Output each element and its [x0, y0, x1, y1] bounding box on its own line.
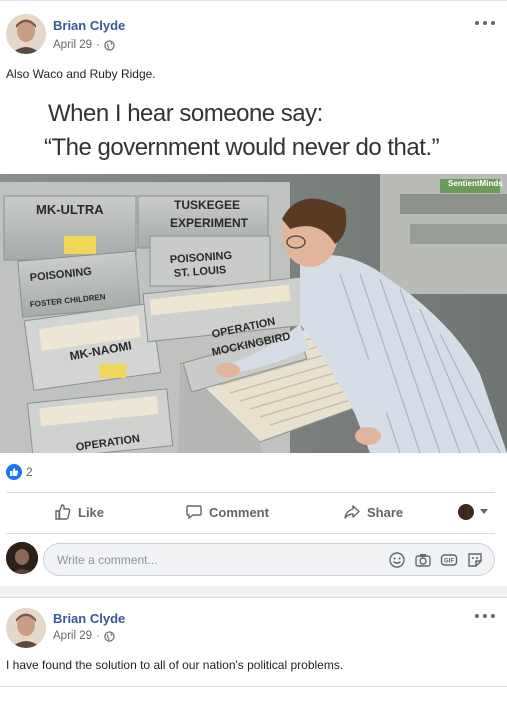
- globe-icon: [104, 630, 115, 642]
- meme-caption-line2: “The government would never do that.”: [44, 134, 440, 161]
- label-experiment: EXPERIMENT: [170, 216, 249, 230]
- globe-icon: [104, 39, 115, 51]
- comment-composer: Write a comment... GIF: [0, 539, 507, 581]
- post-text: Also Waco and Ruby Ridge.: [6, 67, 156, 81]
- post-text: I have found the solution to all of our …: [6, 658, 344, 672]
- share-button[interactable]: Share: [343, 493, 403, 531]
- gif-icon[interactable]: GIF: [440, 551, 458, 569]
- post-meta: April 29 ·: [53, 630, 115, 642]
- share-label: Share: [367, 504, 404, 520]
- like-icon: [55, 504, 71, 520]
- svg-text:GIF: GIF: [444, 559, 454, 565]
- author-name[interactable]: Brian Clyde: [53, 611, 125, 626]
- reaction-count: 2: [26, 465, 33, 479]
- caret-down-icon: [480, 509, 488, 514]
- react-as-selector[interactable]: [458, 493, 488, 531]
- thumbs-up-icon: [6, 464, 22, 480]
- meme-watermark: SentientMinds: [448, 179, 503, 188]
- author-avatar[interactable]: [6, 14, 46, 54]
- post-date[interactable]: April 29: [53, 39, 92, 51]
- comment-placeholder: Write a comment...: [57, 553, 158, 567]
- post-actions: Like Comment Share: [0, 493, 507, 531]
- reaction-summary[interactable]: 2: [6, 464, 33, 480]
- feed-post: Brian Clyde April 29 · I have found the …: [0, 597, 507, 712]
- author-avatar[interactable]: [6, 608, 46, 648]
- more-options-icon[interactable]: [475, 19, 495, 27]
- meme-caption-line1: When I hear someone say:: [48, 100, 323, 127]
- emoji-icon[interactable]: [388, 551, 406, 569]
- meme-image[interactable]: When I hear someone say: “The government…: [0, 92, 507, 453]
- like-button[interactable]: Like: [54, 493, 104, 531]
- meme-caption: When I hear someone say: “The government…: [0, 92, 507, 174]
- comment-button[interactable]: Comment: [185, 493, 269, 531]
- comment-input[interactable]: Write a comment... GIF: [43, 543, 495, 576]
- post-date[interactable]: April 29: [53, 630, 92, 642]
- camera-icon[interactable]: [414, 551, 432, 569]
- comment-label: Comment: [209, 504, 269, 520]
- like-label: Like: [78, 504, 105, 520]
- divider: [6, 533, 495, 534]
- divider: [0, 686, 507, 687]
- commenter-avatar[interactable]: [6, 542, 38, 574]
- sticker-icon[interactable]: [466, 551, 484, 569]
- label-mk-ultra: MK-ULTRA: [36, 202, 104, 217]
- feed-post: Brian Clyde April 29 · Also Waco and Rub…: [0, 0, 507, 586]
- author-name[interactable]: Brian Clyde: [53, 18, 125, 33]
- meme-photo: MK-ULTRA TUSKEGEE EXPERIMENT POISONING S…: [0, 174, 507, 453]
- label-tuskegee: TUSKEGEE: [174, 198, 240, 212]
- page-avatar-small: [458, 504, 474, 520]
- comment-icon: [186, 505, 202, 520]
- post-meta: April 29 ·: [53, 39, 115, 51]
- more-options-icon[interactable]: [475, 612, 495, 620]
- share-icon: [344, 505, 360, 519]
- feed-separator: [0, 586, 507, 597]
